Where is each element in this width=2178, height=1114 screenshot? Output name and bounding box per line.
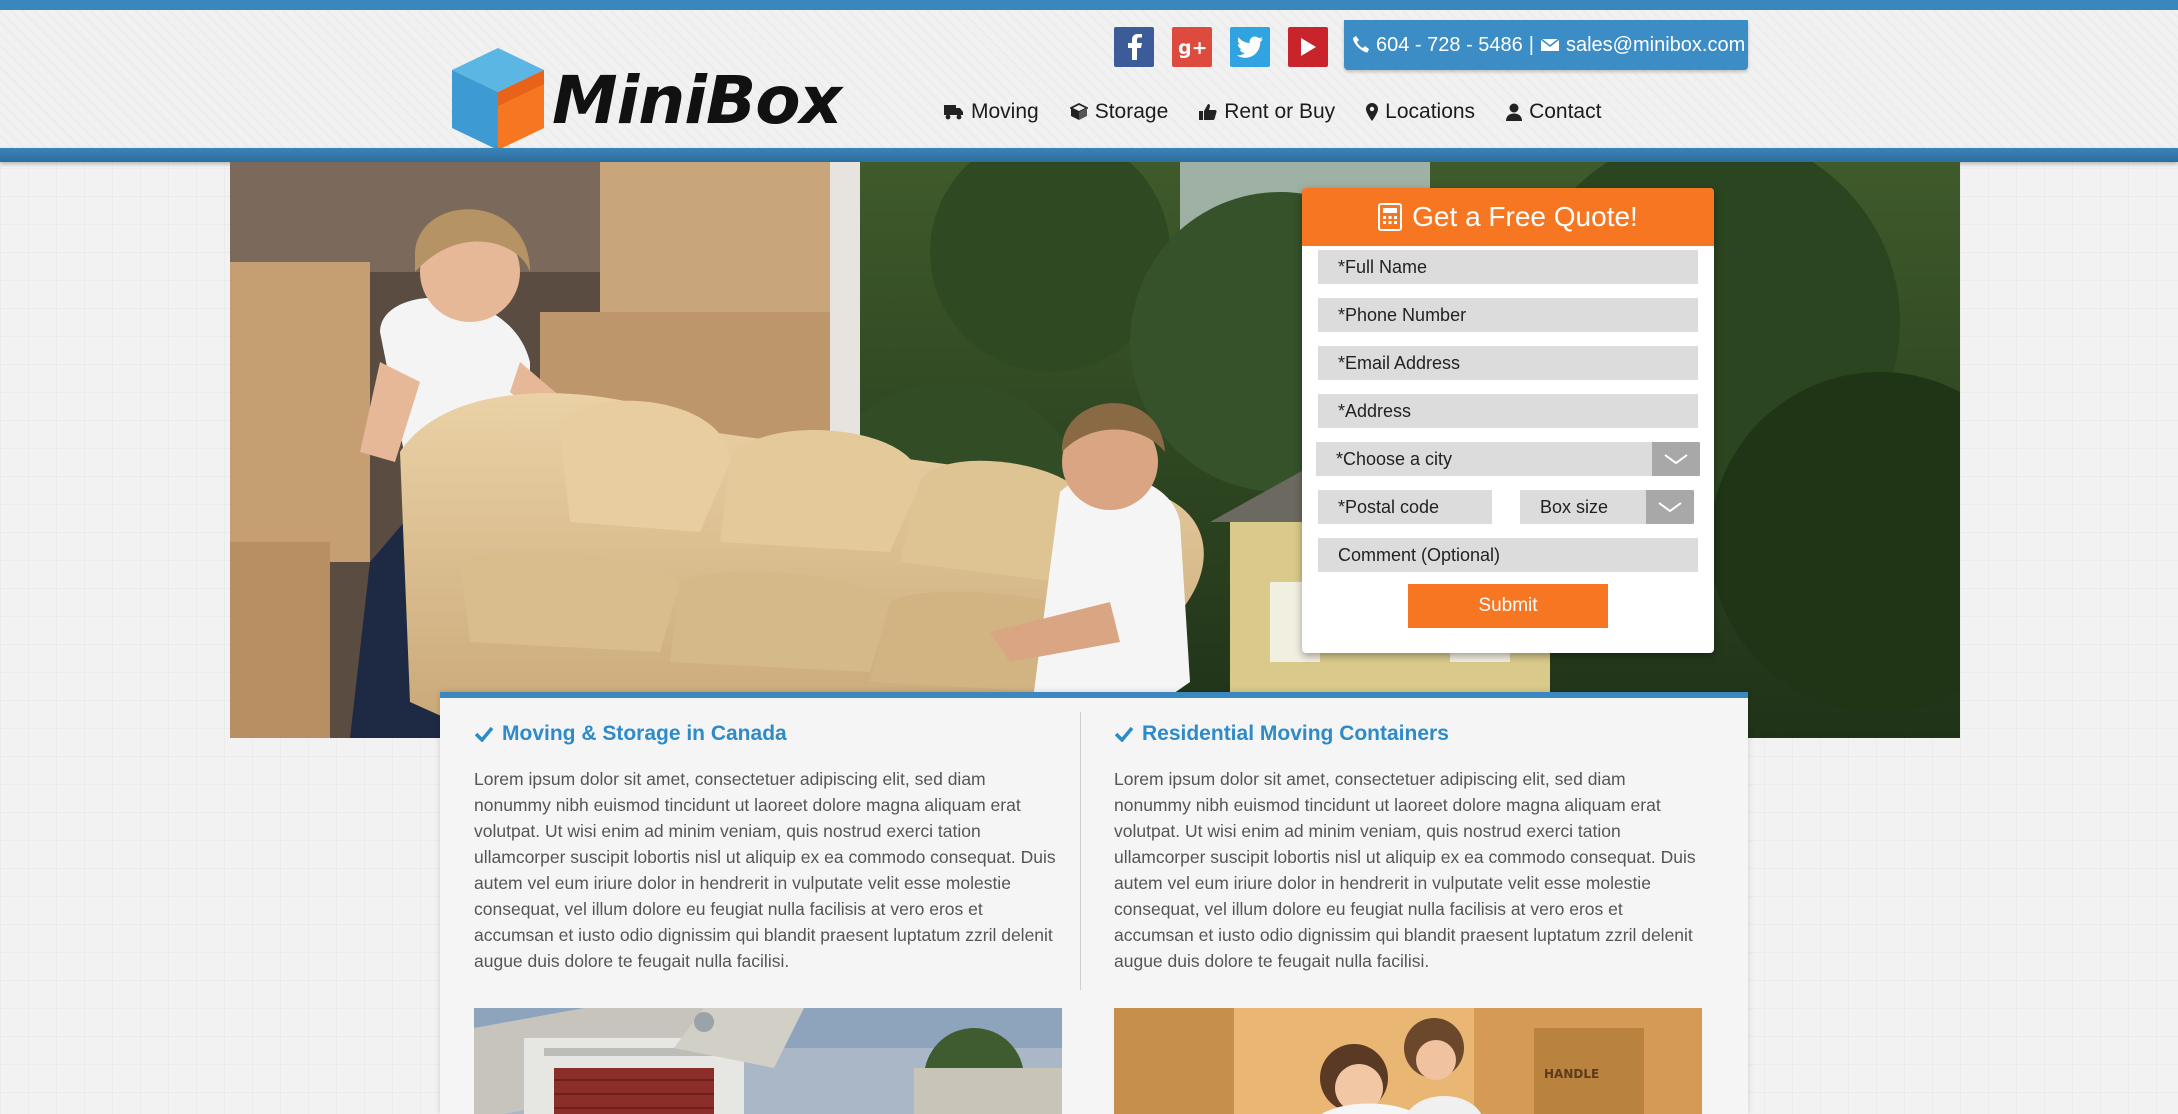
section-heading: Moving & Storage in Canada	[474, 722, 1064, 746]
nav-label: Storage	[1094, 100, 1169, 123]
phone-number[interactable]: 604 - 728 - 5486	[1376, 34, 1523, 57]
phone-icon	[1353, 36, 1369, 53]
section-body-text: Lorem ipsum dolor sit amet, consectetuer…	[1114, 769, 1696, 971]
city-select-value: *Choose a city	[1336, 448, 1453, 469]
postal-code-field[interactable]: *Postal code	[1318, 490, 1492, 524]
city-select[interactable]: *Choose a city	[1316, 442, 1700, 476]
contact-separator: |	[1528, 33, 1534, 56]
column-divider	[1080, 712, 1081, 990]
cube-icon	[1069, 103, 1088, 120]
facebook-icon[interactable]	[1114, 27, 1154, 67]
nav-label: Contact	[1529, 100, 1602, 123]
nav-item-contact[interactable]: Contact	[1506, 100, 1601, 124]
thumbs-up-icon	[1199, 104, 1217, 120]
google-plus-icon[interactable]: g+	[1172, 27, 1212, 67]
quote-form-header: Get a Free Quote!	[1302, 188, 1714, 246]
email-field[interactable]: *Email Address	[1318, 346, 1698, 380]
section-heading-text: Residential Moving Containers	[1142, 722, 1449, 745]
chevron-down-icon[interactable]	[1652, 442, 1700, 476]
nav-label: Locations	[1385, 100, 1476, 123]
twitter-icon[interactable]	[1230, 27, 1270, 67]
email-link[interactable]: sales@minibox.com	[1566, 34, 1745, 57]
youtube-icon[interactable]	[1288, 27, 1328, 67]
family-packing-image: HANDLE	[1114, 1008, 1702, 1114]
top-accent-bar	[0, 0, 2178, 10]
check-icon	[474, 726, 494, 742]
nav-item-storage[interactable]: Storage	[1069, 100, 1169, 124]
section-heading-text: Moving & Storage in Canada	[502, 722, 787, 745]
nav-item-locations[interactable]: Locations	[1366, 100, 1475, 124]
comment-field[interactable]: Comment (Optional)	[1318, 538, 1698, 572]
check-icon	[1114, 726, 1134, 742]
nav-item-rent-or-buy[interactable]: Rent or Buy	[1199, 100, 1335, 124]
submit-button[interactable]: Submit	[1408, 584, 1608, 628]
storage-unit-image	[474, 1008, 1062, 1114]
logo-box-icon	[452, 48, 544, 150]
content-column-1: Moving & Storage in Canada Lorem ipsum d…	[474, 722, 1064, 974]
phone-field[interactable]: *Phone Number	[1318, 298, 1698, 332]
nav-label: Moving	[971, 100, 1039, 123]
section-heading: Residential Moving Containers	[1114, 722, 1704, 746]
quote-form: Get a Free Quote! *Full Name *Phone Numb…	[1302, 188, 1714, 653]
social-links: g+	[1114, 27, 1328, 67]
box-size-select-value: Box size	[1540, 496, 1609, 517]
nav-item-moving[interactable]: Moving	[944, 100, 1039, 124]
logo-text: MiniBox	[552, 62, 842, 139]
truck-icon	[944, 105, 963, 120]
nav-label: Rent or Buy	[1224, 100, 1336, 123]
box-size-select[interactable]: Box size	[1520, 490, 1694, 524]
full-name-field[interactable]: *Full Name	[1318, 250, 1698, 284]
logo[interactable]: MiniBox	[448, 44, 868, 154]
site-header: MiniBox g+ 604 - 728 - 5486 | sales@mini…	[0, 10, 2178, 150]
content-panel: Moving & Storage in Canada Lorem ipsum d…	[440, 692, 1748, 1114]
chevron-down-icon[interactable]	[1646, 490, 1694, 524]
calculator-icon	[1378, 203, 1403, 231]
user-icon	[1506, 103, 1523, 121]
header-bottom-bar	[0, 148, 2178, 162]
address-field[interactable]: *Address	[1318, 394, 1698, 428]
svg-text:HANDLE: HANDLE	[1544, 1067, 1599, 1081]
main-nav: Moving Storage Rent or Buy Locations Con…	[944, 100, 1601, 124]
map-marker-icon	[1366, 103, 1379, 121]
content-column-2: Residential Moving Containers Lorem ipsu…	[1114, 722, 1704, 974]
contact-info-bar: 604 - 728 - 5486 | sales@minibox.com	[1344, 20, 1748, 70]
svg-text:g+: g+	[1178, 37, 1206, 58]
section-body-text: Lorem ipsum dolor sit amet, consectetuer…	[474, 769, 1056, 971]
envelope-icon	[1540, 38, 1560, 51]
quote-form-title: Get a Free Quote!	[1412, 201, 1638, 232]
